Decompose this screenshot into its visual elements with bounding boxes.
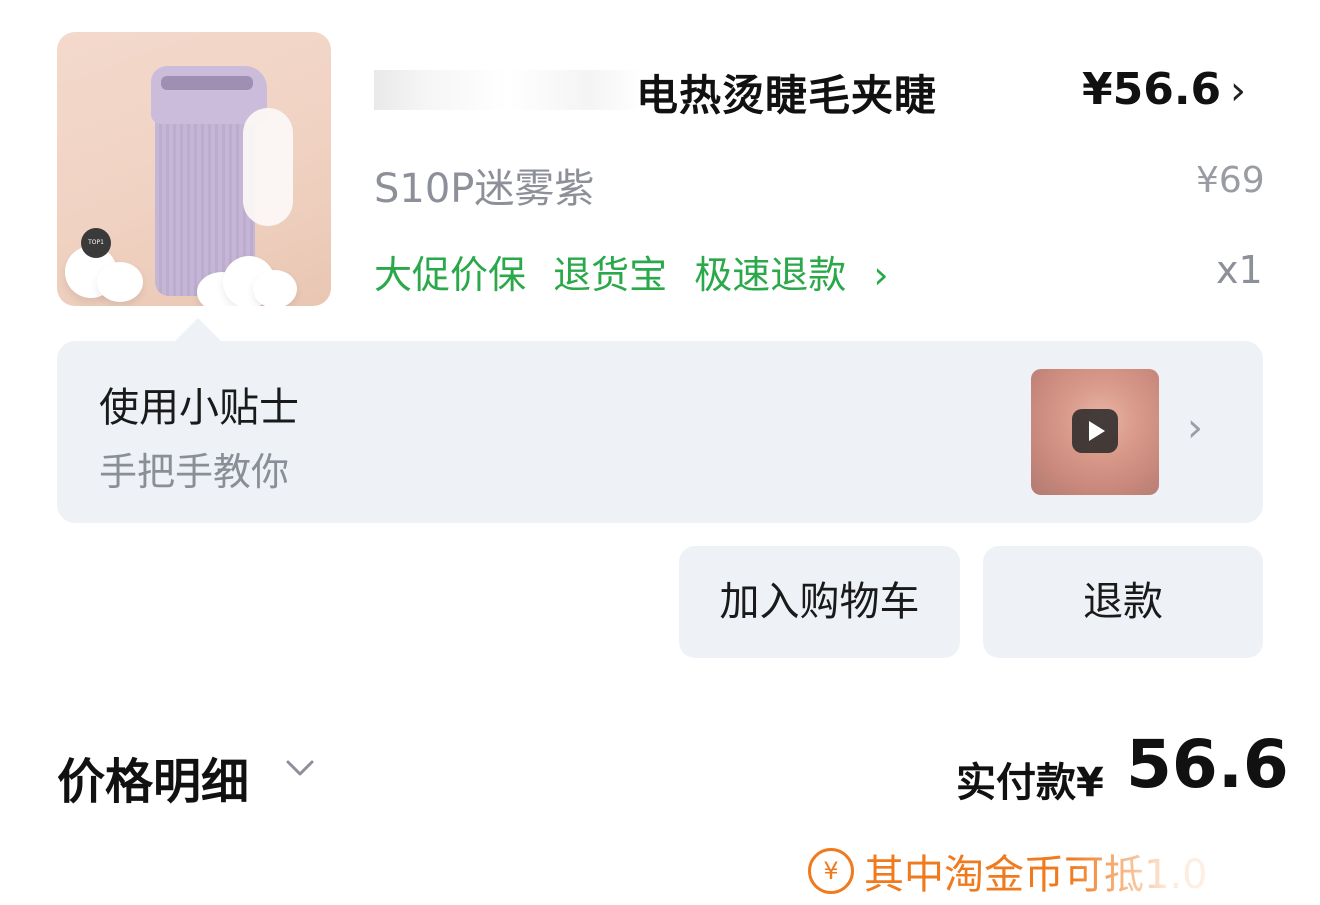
refund-button[interactable]: 退款 <box>983 546 1263 658</box>
product-price: ¥56.6 <box>1082 64 1222 115</box>
chevron-right-icon: › <box>873 253 889 297</box>
product-quantity: x1 <box>1216 248 1263 292</box>
service-price-protect: 大促价保 <box>374 253 527 297</box>
yuan-coin-icon: ¥ <box>808 848 854 894</box>
product-image[interactable]: TOP1 <box>57 32 331 306</box>
paid-amount: 56.6 <box>1126 726 1289 803</box>
paid-label: 实付款¥ <box>956 760 1104 806</box>
redacted-title-prefix <box>374 70 642 110</box>
add-to-cart-button[interactable]: 加入购物车 <box>679 546 960 658</box>
tips-video-thumbnail[interactable] <box>1031 369 1159 495</box>
tips-pointer <box>174 318 222 342</box>
watermark-fade <box>1070 848 1320 898</box>
price-detail-toggle[interactable]: 价格明细 <box>57 742 249 812</box>
tips-subtitle: 手把手教你 <box>99 450 290 494</box>
product-sku: S10P迷雾紫 <box>374 166 595 212</box>
product-title-row[interactable]: 电热烫睫毛夹睫 <box>374 62 1014 122</box>
decor-cloud <box>253 270 297 306</box>
chevron-right-icon: › <box>1187 405 1203 451</box>
service-fast-refund: 极速退款 <box>694 253 847 297</box>
tips-title: 使用小贴士 <box>99 385 299 431</box>
redaction-blot <box>243 108 293 226</box>
service-tags[interactable]: 大促价保 退货宝 极速退款 › <box>374 244 889 299</box>
chevron-right-icon[interactable]: › <box>1230 68 1246 114</box>
product-device-slot <box>161 76 253 90</box>
play-icon <box>1072 409 1118 453</box>
original-price: ¥69 <box>1196 160 1265 201</box>
usage-tips-card[interactable]: 使用小贴士 手把手教你 › <box>57 341 1263 523</box>
top-badge: TOP1 <box>81 228 111 258</box>
decor-cloud <box>97 262 143 302</box>
service-return-insurance: 退货宝 <box>553 253 668 297</box>
chevron-down-icon[interactable] <box>280 748 320 788</box>
product-title: 电热烫睫毛夹睫 <box>636 71 938 120</box>
